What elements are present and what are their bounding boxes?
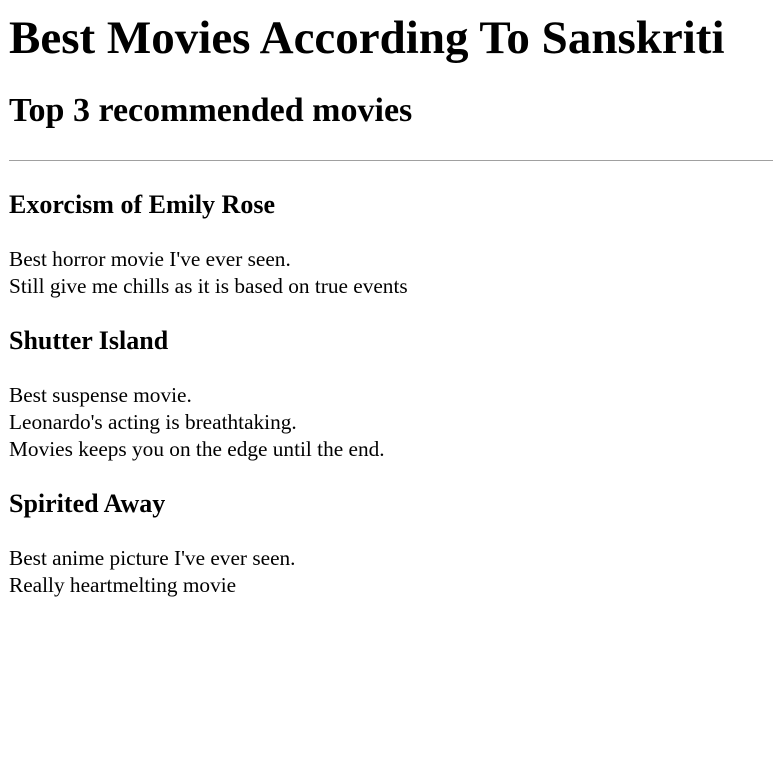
movie-title: Spirited Away — [9, 488, 166, 518]
movie-description-line: Best suspense movie. — [9, 382, 192, 407]
movie-title: Exorcism of Emily Rose — [9, 190, 275, 220]
movie-entry-shutter-island: Shutter Island Best suspense movie. Leon… — [9, 326, 773, 463]
movie-description-line: Really heartmelting movie — [9, 572, 237, 597]
movie-description: Best anime picture I've ever seen. Reall… — [9, 545, 773, 599]
movie-description: Best horror movie I've ever seen. Still … — [9, 246, 773, 300]
movie-title: Shutter Island — [9, 326, 169, 356]
movie-description-line: Best horror movie I've ever seen. — [9, 247, 291, 272]
movie-entry-spirited-away: Spirited Away Best anime picture I've ev… — [9, 489, 773, 599]
movie-description-line: Still give me chills as it is based on t… — [9, 274, 408, 299]
page-content: Best Movies According To Sanskriti Top 3… — [0, 11, 773, 599]
movie-description-line: Leonardo's acting is breathtaking. — [9, 409, 297, 434]
movie-description-line: Best anime picture I've ever seen. — [9, 545, 296, 570]
page-title: Best Movies According To Sanskriti — [9, 12, 725, 64]
movie-description: Best suspense movie. Leonardo's acting i… — [9, 382, 773, 463]
page-subtitle: Top 3 recommended movies — [9, 92, 413, 130]
movie-description-line: Movies keeps you on the edge until the e… — [9, 436, 385, 461]
divider — [9, 160, 773, 162]
movie-entry-exorcism-of-emily-rose: Exorcism of Emily Rose Best horror movie… — [9, 190, 773, 300]
